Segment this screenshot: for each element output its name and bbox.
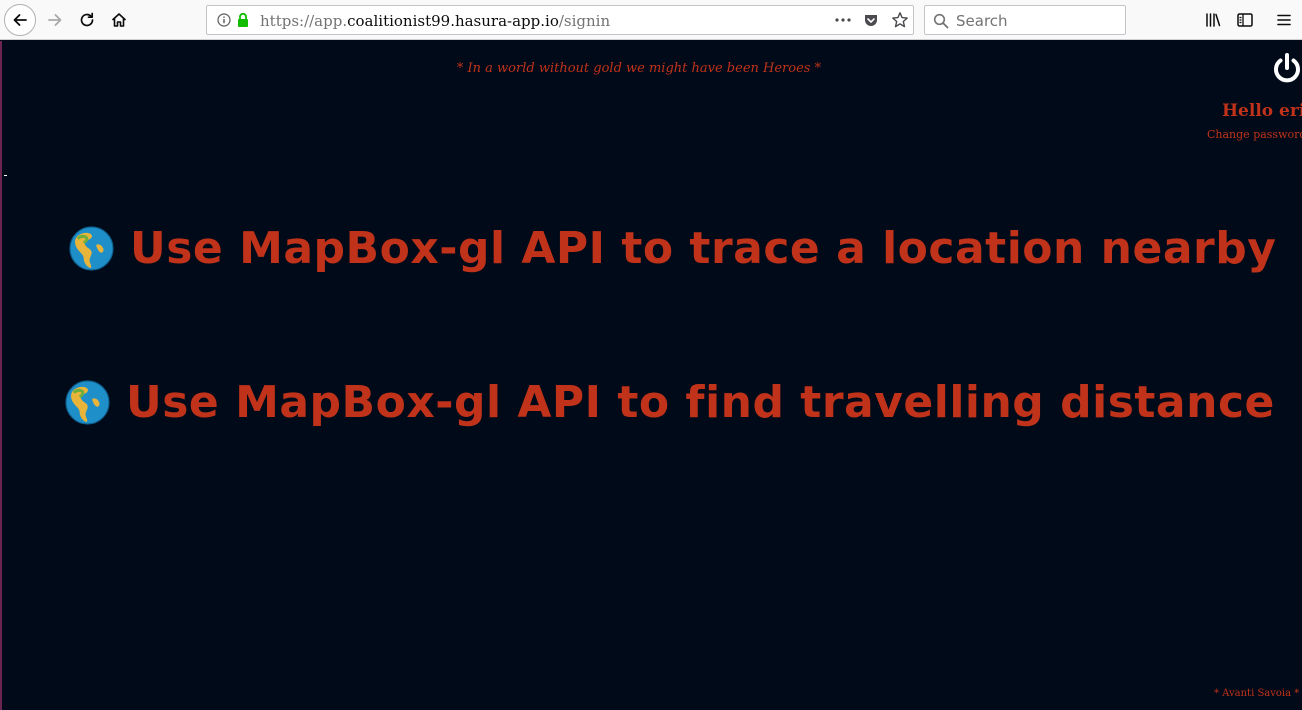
pocket-icon[interactable] [863,12,879,28]
reload-button[interactable] [73,6,101,34]
back-icon [13,14,27,26]
feature-travel-distance-link[interactable]: Use MapBox-gl API to find travelling dis… [64,377,1275,428]
star-icon[interactable] [891,11,909,29]
globe-americas-icon [65,380,110,425]
reload-icon [80,12,94,27]
power-icon [1274,53,1300,83]
sidebar-icon [1237,13,1253,27]
home-button[interactable] [105,6,133,34]
url-host: coalitionist99.hasura-app.io [347,12,559,30]
more-icon[interactable] [835,18,851,22]
library-icon [1206,13,1221,27]
menu-icon [1277,14,1291,26]
menu-button[interactable] [1270,6,1298,34]
search-bar[interactable]: Search [924,5,1126,35]
url-text[interactable]: https://app.coalitionist99.hasura-app.io… [260,12,610,30]
forward-icon [48,14,62,26]
sidebar-button[interactable] [1231,6,1259,34]
divider [4,175,7,176]
url-scheme: https://app. [260,12,348,30]
logout-button[interactable] [1270,51,1302,89]
info-icon[interactable] [217,13,231,27]
user-greeting: Hello erik [1222,101,1302,121]
forward-button[interactable] [41,6,69,34]
page-left-border [0,41,2,710]
search-placeholder: Search [956,12,1008,30]
address-bar[interactable]: https://app.coalitionist99.hasura-app.io… [206,5,914,35]
tagline: * In a world without gold we might have … [456,61,822,76]
library-button[interactable] [1199,6,1227,34]
home-icon [111,13,127,27]
lock-icon[interactable] [236,12,250,28]
feature-label: Use MapBox-gl API to trace a location ne… [130,223,1277,274]
feature-trace-location-link[interactable]: Use MapBox-gl API to trace a location ne… [68,223,1276,274]
globe-americas-icon [69,226,114,271]
url-path: /signin [558,12,611,30]
back-button[interactable] [4,4,36,36]
footer-note: * Avanti Savoia * [1214,688,1300,699]
search-icon [933,13,949,29]
feature-label: Use MapBox-gl API to find travelling dis… [126,377,1275,428]
change-password-link[interactable]: Change password? [1207,128,1302,141]
page-content: * In a world without gold we might have … [0,41,1302,710]
browser-toolbar: https://app.coalitionist99.hasura-app.io… [0,0,1302,40]
